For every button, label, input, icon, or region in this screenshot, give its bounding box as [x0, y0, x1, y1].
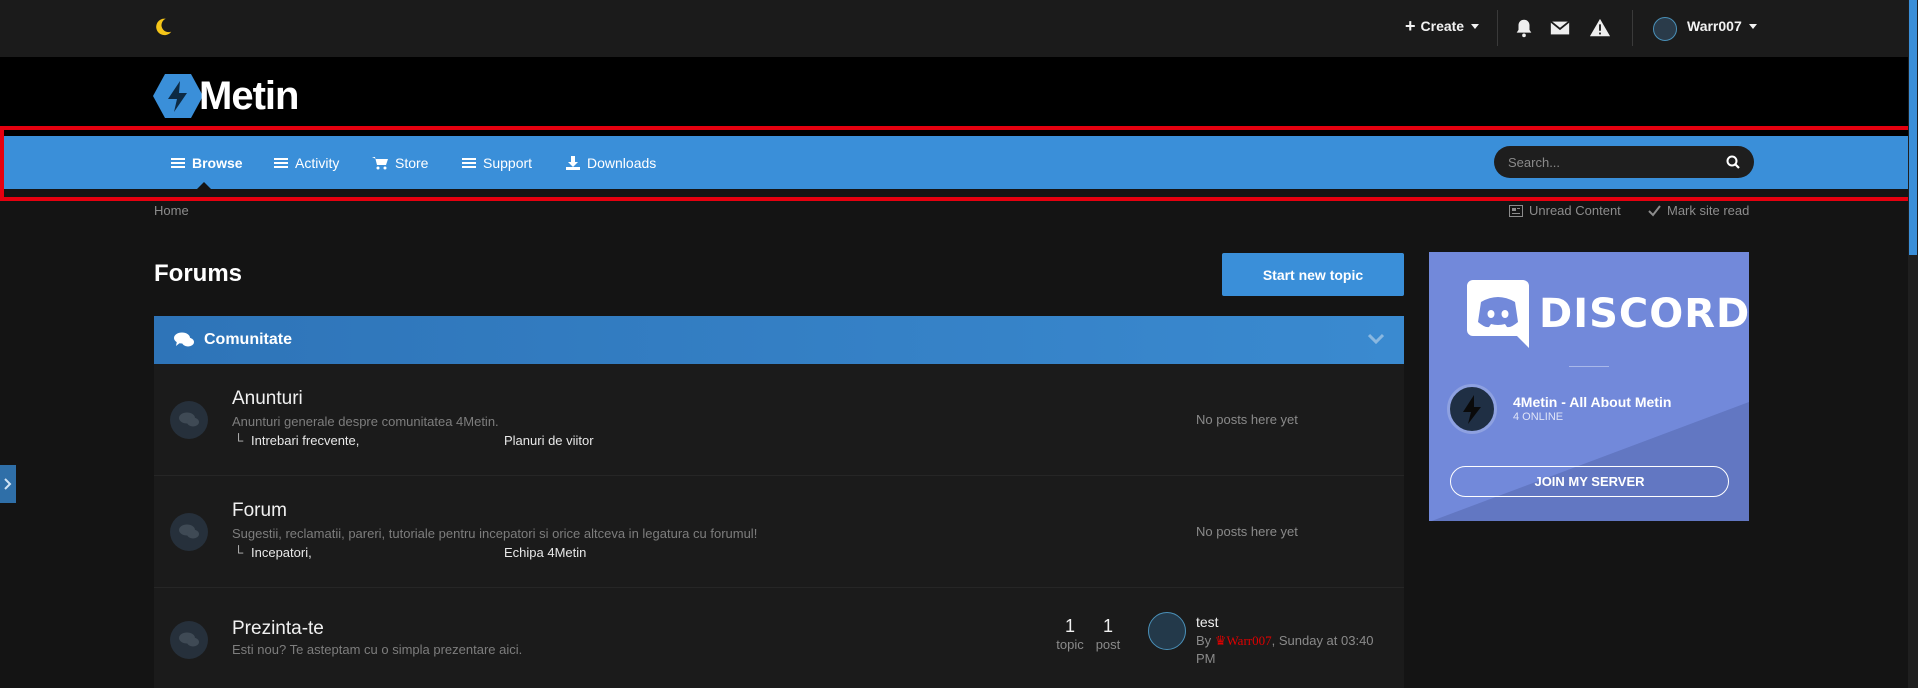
forum-description: Esti nou? Te asteptam cu o simpla prezen…: [232, 642, 523, 657]
topic-count: 1 topic: [1052, 616, 1088, 652]
subforum-link[interactable]: Echipa 4Metin: [504, 545, 586, 560]
4metin-logo-icon: [153, 74, 203, 118]
username: Warr007: [1687, 18, 1742, 34]
divider: [1569, 366, 1609, 367]
unread-content-link[interactable]: Unread Content: [1509, 203, 1621, 218]
divider: [1497, 10, 1498, 46]
subforum-link[interactable]: Planuri de viitor: [504, 433, 594, 448]
post-count-label: post: [1095, 637, 1121, 652]
sidebar-toggle[interactable]: [0, 465, 16, 503]
join-server-button[interactable]: JOIN MY SERVER: [1450, 466, 1729, 497]
newspaper-icon: [1509, 204, 1523, 217]
plus-icon: +: [1405, 16, 1416, 36]
online-count: 4 ONLINE: [1513, 411, 1564, 423]
last-post-title[interactable]: test: [1196, 614, 1219, 630]
mark-site-read-link[interactable]: Mark site read: [1648, 203, 1749, 218]
caret-down-icon: [1471, 23, 1480, 29]
forum-row: Forum Sugestii, reclamatii, pareri, tuto…: [154, 476, 1404, 588]
subforum-link[interactable]: Intrebari frecvente,: [251, 433, 359, 448]
forum-title[interactable]: Forum: [232, 500, 287, 522]
last-post-by: By: [1196, 633, 1212, 648]
post-count-value: 1: [1102, 616, 1113, 636]
divider: [1632, 10, 1633, 46]
caret-down-icon: [1748, 23, 1757, 29]
site-logo[interactable]: Metin: [153, 72, 299, 120]
forum-status-icon: [170, 621, 208, 659]
forum-row: Prezinta-te Esti nou? Te asteptam cu o s…: [154, 588, 1404, 688]
forum-description: Sugestii, reclamatii, pareri, tutoriale …: [232, 526, 758, 541]
category-header[interactable]: Comunitate: [154, 316, 1404, 364]
discord-widget: DISCORD 4Metin - All About Metin 4 ONLIN…: [1429, 252, 1749, 521]
server-avatar: [1447, 384, 1497, 434]
mark-read-label: Mark site read: [1667, 203, 1750, 218]
unread-label: Unread Content: [1529, 203, 1621, 218]
forum-status-icon: [170, 513, 208, 551]
create-menu[interactable]: + Create: [1405, 16, 1480, 36]
forum-status-text: No posts here yet: [1196, 412, 1298, 427]
discord-logo: DISCORD: [1467, 280, 1749, 348]
logo-text: Metin: [199, 73, 299, 118]
subforum-branch-icon: └: [234, 433, 244, 448]
chevron-right-icon: [4, 478, 12, 490]
scrollbar-thumb[interactable]: [1909, 0, 1917, 255]
page: + Create Warr007 Metin Browse Activity S…: [0, 0, 1918, 688]
server-name: 4Metin - All About Metin: [1513, 394, 1672, 410]
topic-count-value: 1: [1064, 616, 1075, 636]
last-poster-avatar[interactable]: [1148, 612, 1186, 650]
envelope-icon[interactable]: [1549, 17, 1571, 39]
subforum-link[interactable]: Incepatori,: [251, 545, 312, 560]
create-label: Create: [1420, 18, 1465, 34]
start-new-topic-button[interactable]: Start new topic: [1222, 253, 1404, 296]
discord-icon: [1467, 280, 1529, 348]
forum-row: Anunturi Anunturi generale despre comuni…: [154, 364, 1404, 476]
category-title: Comunitate: [204, 331, 292, 348]
breadcrumb-home[interactable]: Home: [154, 203, 189, 218]
warning-icon[interactable]: [1589, 17, 1611, 39]
forum-title[interactable]: Prezinta-te: [232, 618, 324, 640]
last-post-meta: By ♛Warr007, Sunday at 03:40 PM: [1196, 632, 1396, 668]
subforum-branch-icon: └: [234, 545, 244, 560]
page-title: Forums: [154, 260, 243, 287]
post-count: 1 post: [1090, 616, 1126, 652]
forum-status-icon: [170, 401, 208, 439]
forum-status-text: No posts here yet: [1196, 524, 1298, 539]
highlight-box: [0, 126, 1914, 201]
topic-count-label: topic: [1056, 637, 1084, 652]
user-bar: + Create Warr007: [0, 0, 1908, 57]
bell-icon[interactable]: [1513, 17, 1535, 39]
user-avatar[interactable]: [1653, 17, 1677, 41]
forum-description: Anunturi generale despre comunitatea 4Me…: [232, 414, 499, 429]
discord-wordmark: DISCORD: [1539, 291, 1749, 337]
check-icon: [1648, 204, 1661, 217]
last-post-user[interactable]: Warr007: [1226, 633, 1271, 648]
forum-title[interactable]: Anunturi: [232, 388, 303, 410]
user-menu[interactable]: Warr007: [1687, 18, 1757, 34]
chevron-down-icon[interactable]: [1368, 333, 1384, 345]
crown-icon: ♛: [1214, 633, 1227, 648]
comments-icon: [174, 332, 194, 347]
moon-icon[interactable]: [152, 16, 174, 38]
